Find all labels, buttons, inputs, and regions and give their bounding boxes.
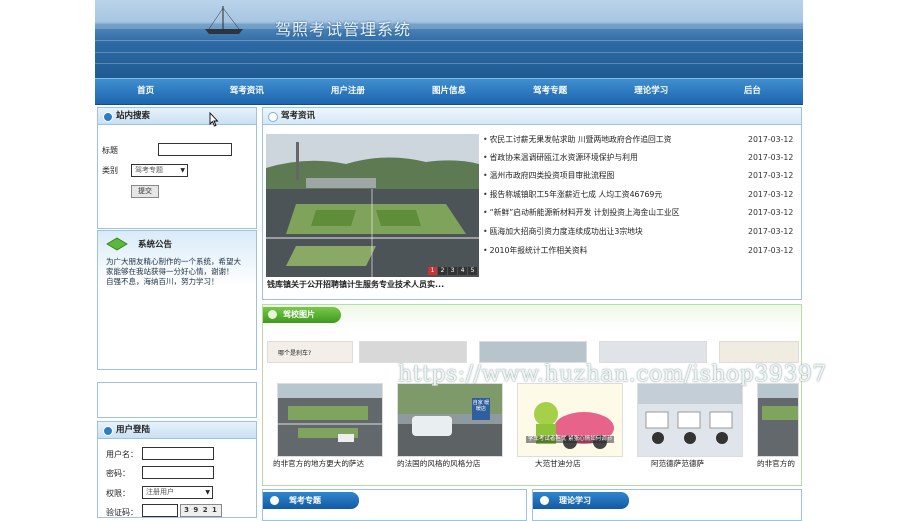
page: 驾照考试管理系统 首页 驾考资讯 用户注册 图片信息 驾考专题 理论学习 后台 … bbox=[95, 0, 803, 521]
captcha-label: 验证码： bbox=[106, 508, 138, 517]
nav-exam-news[interactable]: 驾考资讯 bbox=[196, 79, 297, 104]
road-sign-text: 自家 暖暖店 bbox=[472, 400, 490, 412]
thumb-overlay-text: 学车考试者担忧 紧张心情如何调节 bbox=[526, 436, 614, 443]
chevron-down-icon: ▼ bbox=[180, 167, 185, 174]
news-item[interactable]: • 瓯海加大招商引资力度连续成功出让3宗地块 bbox=[483, 223, 793, 241]
bullet-icon bbox=[103, 112, 113, 122]
gallery-caption[interactable]: 的非官方的地方更大的萨达 bbox=[273, 458, 364, 469]
bullet-icon: • bbox=[483, 153, 488, 162]
bullet-icon: • bbox=[483, 227, 488, 236]
notice-text: 为广大朋友精心制作的一个系统，希望大家能够在我站获得一分好心情，谢谢！ 自强不息… bbox=[106, 257, 249, 286]
category-select[interactable]: 驾考专题 ▼ bbox=[131, 164, 188, 177]
gallery-thumb[interactable] bbox=[757, 383, 799, 457]
slide-dots: 1 2 3 4 5 bbox=[428, 267, 477, 275]
search-title-input[interactable] bbox=[158, 143, 232, 156]
slide-dot[interactable]: 4 bbox=[458, 267, 467, 275]
login-panel: 用户登陆 用户名： 密码： 权限： 注册用户 ▼ 验证码： 3 9 2 1 bbox=[97, 421, 257, 518]
news-item[interactable]: • 报告称城镇职工5年涨薪近七成 人均工资46769元 bbox=[483, 186, 793, 204]
news-date: 2017-03-12 bbox=[748, 208, 794, 217]
notice-heading: 系统公告 bbox=[138, 240, 173, 250]
gallery-caption[interactable]: 阿范德萨范德萨 bbox=[651, 458, 704, 469]
site-title: 驾照考试管理系统 bbox=[275, 20, 412, 39]
gallery-top-thumb[interactable]: 哪个是刹车? bbox=[267, 341, 353, 363]
nav-admin[interactable]: 后台 bbox=[702, 79, 803, 104]
watermark: https://www.huzhan.com/ishop39397 bbox=[398, 362, 827, 387]
bullet-icon: • bbox=[483, 190, 488, 199]
password-input[interactable] bbox=[142, 466, 214, 479]
nav-home[interactable]: 首页 bbox=[95, 79, 196, 104]
notice-panel: 系统公告 为广大朋友精心制作的一个系统，希望大家能够在我站获得一分好心情，谢谢！… bbox=[97, 230, 257, 370]
gallery-thumb[interactable] bbox=[637, 383, 743, 457]
topic-panel: 驾考专题 bbox=[262, 489, 527, 521]
gallery-thumb[interactable]: 学车考试者担忧 紧张心情如何调节 bbox=[517, 383, 623, 457]
topic-heading: 驾考专题 bbox=[263, 492, 359, 509]
role-select[interactable]: 注册用户 ▼ bbox=[142, 486, 213, 499]
mouse-cursor-icon bbox=[209, 112, 219, 127]
login-heading: 用户登陆 bbox=[98, 422, 256, 439]
gallery-top-thumb[interactable] bbox=[599, 341, 707, 363]
news-date: 2017-03-12 bbox=[748, 246, 794, 255]
gallery-caption[interactable]: 大范甘迪分店 bbox=[535, 458, 581, 469]
nav-images[interactable]: 图片信息 bbox=[398, 79, 499, 104]
header-banner: 驾照考试管理系统 bbox=[95, 0, 803, 78]
featured-caption[interactable]: 钱库镇关于公开招聘镇计生服务专业技术人员实... bbox=[267, 279, 444, 290]
notice-book-icon bbox=[106, 237, 128, 251]
news-date: 2017-03-12 bbox=[748, 153, 794, 162]
search-submit-button[interactable]: 提交 bbox=[131, 185, 159, 198]
bullet-icon bbox=[540, 496, 549, 505]
slide-dot[interactable]: 1 bbox=[428, 267, 437, 275]
news-item[interactable]: • “新鲜”启动新能源新材料开发 计划投资上海金山工业区 bbox=[483, 204, 793, 222]
gallery-thumb[interactable] bbox=[277, 383, 383, 457]
category-label: 类别 bbox=[102, 166, 118, 175]
slide-dot[interactable]: 5 bbox=[468, 267, 477, 275]
chevron-down-icon: ▼ bbox=[205, 489, 210, 496]
news-heading: 驾考资讯 bbox=[263, 108, 801, 125]
nav-exam-topics[interactable]: 驾考专题 bbox=[500, 79, 601, 104]
nav-theory[interactable]: 理论学习 bbox=[601, 79, 702, 104]
slide-dot[interactable]: 3 bbox=[448, 267, 457, 275]
bullet-icon: • bbox=[483, 208, 488, 217]
bullet-icon bbox=[268, 310, 277, 319]
bullet-icon bbox=[270, 496, 279, 505]
news-item[interactable]: • 省政协来温调研瓯江水资源环境保护与利用 bbox=[483, 149, 793, 167]
bullet-icon: • bbox=[483, 135, 488, 144]
bullet-icon: • bbox=[483, 171, 488, 180]
bullet-icon: • bbox=[483, 246, 488, 255]
gallery-top-thumb[interactable] bbox=[359, 341, 467, 363]
news-item[interactable]: • 温州市政府四类投资项目审批流程图 bbox=[483, 167, 793, 185]
search-panel: 站内搜索 标题 类别 驾考专题 ▼ 提交 bbox=[97, 107, 257, 229]
gallery-caption[interactable]: 的非官方的 bbox=[757, 458, 795, 469]
news-item[interactable]: • 农民工讨薪无果发帖求助 川暨两地政府合作追回工资 bbox=[483, 131, 793, 149]
captcha-image[interactable]: 3 9 2 1 bbox=[180, 504, 222, 517]
captcha-input[interactable] bbox=[142, 504, 178, 517]
gallery-top-thumb[interactable] bbox=[479, 341, 587, 363]
username-label: 用户名： bbox=[106, 450, 138, 459]
gallery-top-thumb[interactable] bbox=[719, 341, 799, 363]
main-nav: 首页 驾考资讯 用户注册 图片信息 驾考专题 理论学习 后台 bbox=[95, 78, 803, 105]
news-date: 2017-03-12 bbox=[748, 135, 794, 144]
gallery-heading: 驾校图片 bbox=[263, 307, 341, 323]
left-empty-panel bbox=[97, 382, 257, 418]
news-date: 2017-03-12 bbox=[748, 171, 794, 180]
gallery-caption[interactable]: 的法国的风格的风格分店 bbox=[397, 458, 481, 469]
role-label: 权限： bbox=[106, 489, 130, 498]
theory-heading: 理论学习 bbox=[533, 492, 629, 509]
featured-photo[interactable]: 1 2 3 4 5 bbox=[266, 134, 479, 277]
nav-register[interactable]: 用户注册 bbox=[297, 79, 398, 104]
slide-dot[interactable]: 2 bbox=[438, 267, 447, 275]
gallery-panel: 驾校图片 哪个是刹车? 的非官方的地方更大的萨达 自家 暖暖店 的法国的风格的风… bbox=[262, 304, 802, 486]
bullet-icon bbox=[268, 112, 278, 122]
password-label: 密码： bbox=[106, 469, 130, 478]
theory-panel: 理论学习 bbox=[532, 489, 802, 521]
news-panel: 驾考资讯 1 2 3 4 5 钱库镇关于公开招聘镇计生服务专业技术人员实... … bbox=[262, 107, 802, 300]
title-label: 标题 bbox=[102, 146, 118, 155]
news-item[interactable]: • 2010年报统计工作相关资料 bbox=[483, 242, 793, 260]
gallery-thumb[interactable]: 自家 暖暖店 bbox=[397, 383, 503, 457]
search-heading: 站内搜索 bbox=[98, 108, 256, 125]
username-input[interactable] bbox=[142, 447, 214, 460]
news-date: 2017-03-12 bbox=[748, 227, 794, 236]
sailboat-icon bbox=[205, 6, 243, 34]
bullet-icon bbox=[103, 426, 113, 436]
news-date: 2017-03-12 bbox=[748, 190, 794, 199]
